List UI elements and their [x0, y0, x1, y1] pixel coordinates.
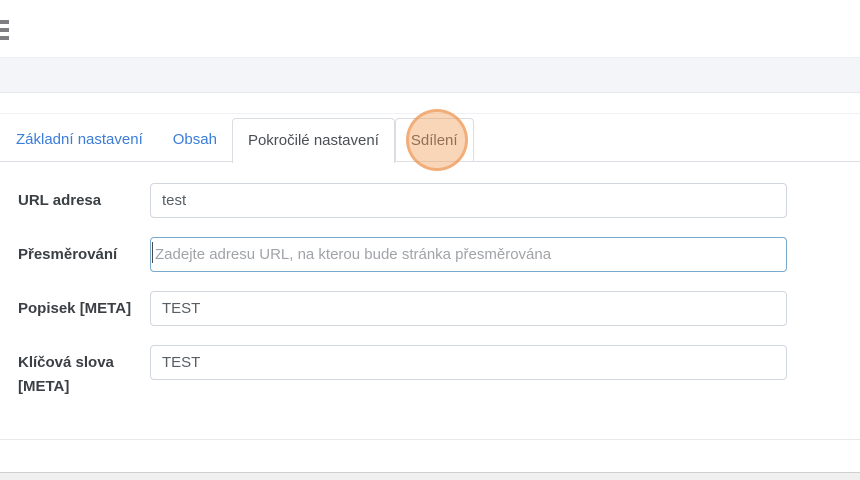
popisek-meta-label: Popisek [META] [18, 297, 138, 321]
tab-bar: Základní nastavení Obsah Pokročilé nasta… [1, 118, 474, 163]
form-footer-divider [0, 439, 860, 440]
top-header [0, 0, 860, 57]
presmerovani-label: Přesměrování [18, 243, 138, 267]
hamburger-bar [0, 36, 9, 40]
url-adresa-label: URL adresa [18, 189, 138, 213]
hamburger-bar [0, 20, 9, 24]
toolbar-band [0, 57, 860, 93]
hamburger-menu-icon[interactable] [0, 20, 9, 41]
panel-top-border [0, 113, 860, 114]
tab-obsah[interactable]: Obsah [158, 118, 232, 161]
klicova-slova-meta-label: Klíčová slova [META] [18, 351, 138, 399]
tab-sdileni[interactable]: Sdílení [395, 118, 474, 161]
panel-bottom-border [0, 472, 860, 480]
text-cursor [152, 242, 153, 263]
tab-zakladni-nastaveni[interactable]: Základní nastavení [1, 118, 158, 161]
hamburger-bar [0, 28, 9, 32]
popisek-meta-input[interactable] [150, 291, 787, 326]
klicova-slova-meta-input[interactable] [150, 345, 787, 380]
presmerovani-input[interactable] [150, 237, 787, 272]
tab-pokrocile-nastaveni[interactable]: Pokročilé nastavení [232, 118, 395, 163]
url-adresa-input[interactable] [150, 183, 787, 218]
